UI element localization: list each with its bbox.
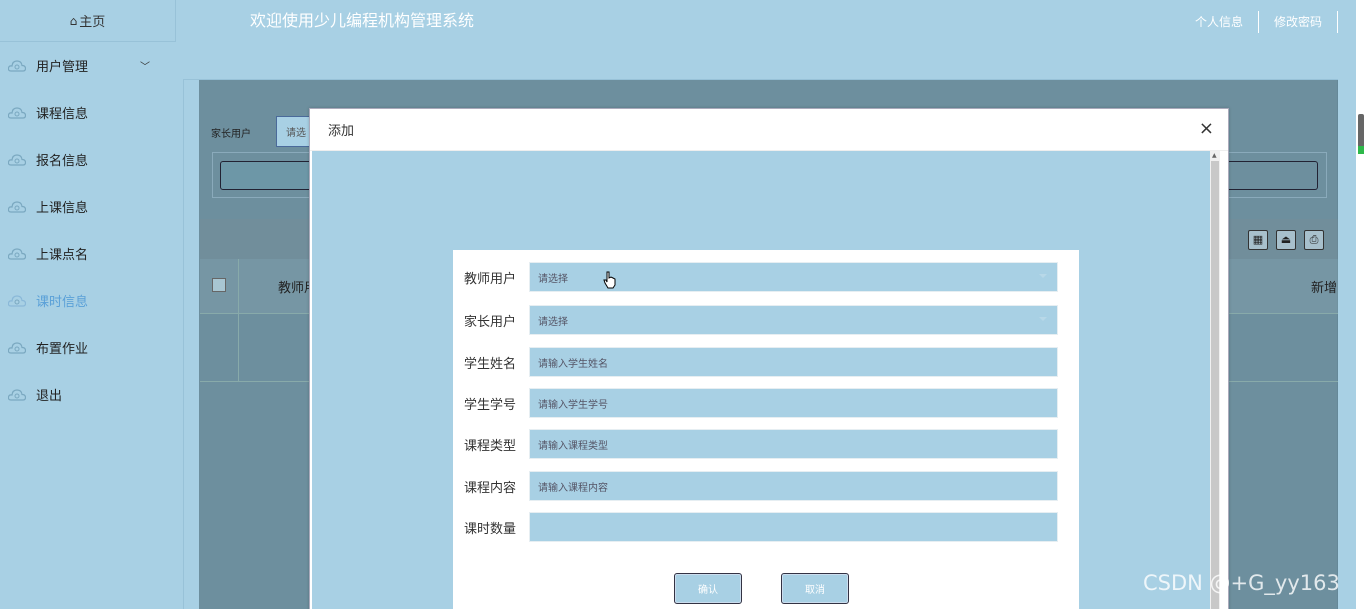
columns-icon: ▦ [1248,230,1268,250]
form-row-teacher: 教师用户 请选择 [464,262,1058,292]
bg-column-divider [238,259,239,382]
add-dialog: 添加 × 教师用户 请选择 家长用户 请选择 学生姓名 请输入学生姓名 学生学号… [309,108,1229,609]
form-row-course-content: 课程内容 请输入课程内容 [464,471,1058,501]
sidebar-item-logout[interactable]: 退出 [0,371,176,418]
sidebar-item-label: 退出 [36,389,63,404]
field-label: 学生学号 [464,397,517,413]
field-label: 课时数量 [464,521,517,537]
cloud-icon [7,294,27,308]
scroll-up-icon[interactable]: ▲ [1212,152,1217,159]
dialog-body: 教师用户 请选择 家长用户 请选择 学生姓名 请输入学生姓名 学生学号 请输入学… [312,151,1213,609]
input-placeholder: 请输入学生学号 [538,399,608,411]
sidebar-item-homework[interactable]: 布置作业 [0,324,176,371]
bg-search-label: 家长用户 [211,129,251,140]
select-placeholder: 请选择 [538,316,568,328]
form-row-parent: 家长用户 请选择 [464,305,1058,335]
page-scrollbar[interactable] [1356,0,1366,609]
input-placeholder: 请输入课程类型 [538,440,608,452]
print-icon: ⎙ [1304,230,1324,250]
add-form: 教师用户 请选择 家长用户 请选择 学生姓名 请输入学生姓名 学生学号 请输入学… [453,250,1079,609]
page-title: 欢迎使用少儿编程机构管理系统 [250,11,475,30]
hours-input[interactable] [529,512,1058,542]
course-content-input[interactable]: 请输入课程内容 [529,471,1058,501]
form-row-student-name: 学生姓名 请输入学生姓名 [464,347,1058,377]
form-row-student-id: 学生学号 请输入学生学号 [464,388,1058,418]
form-row-hours: 课时数量 [464,512,1058,542]
parent-select[interactable]: 请选择 [529,305,1058,335]
profile-link[interactable]: 个人信息 [1180,11,1259,33]
sidebar-item-label: 上课信息 [36,201,89,216]
cloud-icon [7,106,27,120]
home-icon: ⌂ [69,13,78,28]
cloud-icon [7,200,27,214]
cloud-icon [7,247,27,261]
sidebar-item-label: 用户管理 [36,60,89,75]
sidebar-item-course-info[interactable]: 课程信息 [0,89,176,136]
field-label: 教师用户 [464,271,517,287]
bg-select-all-checkbox [212,278,226,292]
home-label: 主页 [79,15,106,30]
close-icon[interactable]: × [1199,119,1214,139]
student-name-input[interactable]: 请输入学生姓名 [529,347,1058,377]
chevron-down-icon: ﹀ [140,62,150,73]
course-type-input[interactable]: 请输入课程类型 [529,429,1058,459]
header-links: 个人信息 修改密码 [1180,10,1338,34]
bg-table-header-col: 新增 [1311,281,1338,296]
input-placeholder: 请输入学生姓名 [538,358,608,370]
cancel-button[interactable]: 取消 [781,573,849,604]
sidebar-item-label: 课时信息 [36,295,89,310]
cloud-icon [7,341,27,355]
bg-action-button [1218,161,1318,190]
sidebar-item-label: 报名信息 [36,154,89,169]
change-password-link[interactable]: 修改密码 [1259,11,1338,33]
form-row-course-type: 课程类型 请输入课程类型 [464,429,1058,459]
scrollbar-thumb[interactable] [1211,161,1219,609]
field-label: 学生姓名 [464,356,517,372]
cloud-icon [7,59,27,73]
hand-cursor-icon [603,271,616,289]
confirm-button[interactable]: 确认 [674,573,742,604]
sidebar-item-roll-call[interactable]: 上课点名 [0,230,176,277]
sidebar-item-enroll-info[interactable]: 报名信息 [0,136,176,183]
caret-down-icon [1039,317,1047,321]
cloud-icon [7,153,27,167]
sidebar-item-class-info[interactable]: 上课信息 [0,183,176,230]
input-placeholder: 请输入课程内容 [538,482,608,494]
dialog-title: 添加 [328,124,355,139]
caret-down-icon [1039,274,1047,278]
cloud-icon [7,388,27,402]
sidebar-item-label: 课程信息 [36,107,89,122]
field-label: 课程类型 [464,438,517,454]
scrollbar-marker [1358,146,1364,154]
dialog-header: 添加 × [310,109,1228,151]
student-id-input[interactable]: 请输入学生学号 [529,388,1058,418]
sidebar-item-label: 布置作业 [36,342,89,357]
sidebar-item-hours-info[interactable]: 课时信息 [0,277,176,324]
sidebar-item-user-management[interactable]: 用户管理 ﹀ [0,42,176,89]
export-icon: ⏏ [1276,230,1296,250]
bg-search-button [220,161,315,190]
dialog-scrollbar[interactable]: ▲ [1210,151,1220,609]
field-label: 家长用户 [464,314,517,330]
field-label: 课程内容 [464,480,517,496]
sidebar-item-label: 上课点名 [36,248,89,263]
select-placeholder: 请选择 [538,273,568,285]
sidebar: ⌂ 主页 用户管理 ﹀ 课程信息 报名信息 上课信息 上课点名 课时信息 布置作… [0,0,176,609]
sidebar-home[interactable]: ⌂ 主页 [0,0,176,42]
watermark: CSDN @+G_yy163 [1143,571,1340,595]
